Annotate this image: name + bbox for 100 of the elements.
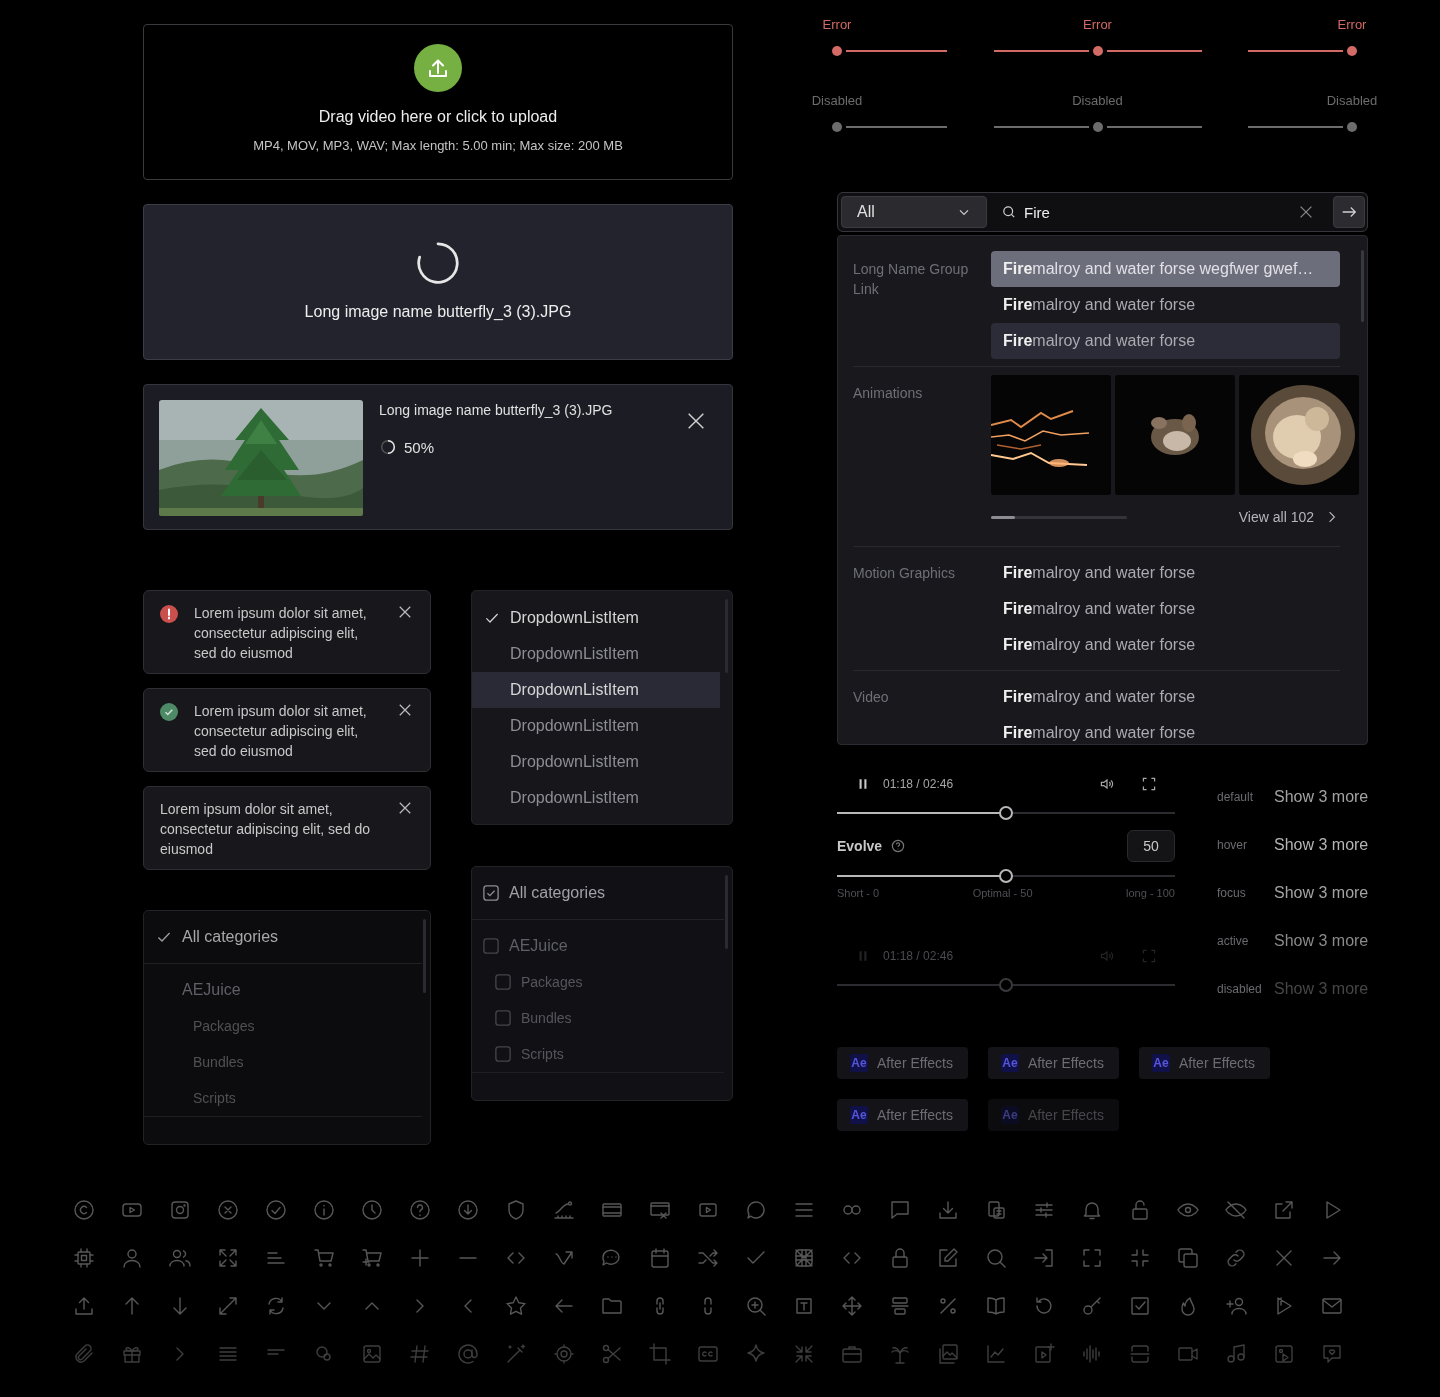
close-circle-icon[interactable] — [216, 1198, 240, 1222]
at-sign-icon[interactable] — [456, 1342, 480, 1366]
show-more-link[interactable]: Show 3 more — [1274, 836, 1369, 854]
checkbox-icon[interactable] — [1128, 1294, 1152, 1318]
chat-bubble-icon[interactable] — [744, 1198, 768, 1222]
user-icon[interactable] — [120, 1246, 144, 1270]
image-icon[interactable] — [360, 1342, 384, 1366]
check-circle-icon[interactable] — [264, 1198, 288, 1222]
slider-thumb[interactable] — [832, 46, 842, 56]
slider-thumb[interactable] — [1347, 122, 1357, 132]
book-icon[interactable] — [984, 1294, 1008, 1318]
app-badge: Ae — [850, 1054, 868, 1072]
checkbox-label: Scripts — [521, 1046, 564, 1062]
dropdown-item[interactable]: DropdownListItem — [472, 600, 720, 636]
calendar-icon[interactable] — [648, 1246, 672, 1270]
slider-thumb[interactable] — [999, 806, 1013, 820]
grid-pattern-icon[interactable] — [792, 1246, 816, 1270]
zoom-in-icon[interactable] — [744, 1294, 768, 1318]
state-label: focus — [1217, 886, 1247, 900]
curve-chart-icon[interactable] — [552, 1198, 576, 1222]
search-result[interactable]: Firemalroy and water forse wegfwer gwef… — [991, 251, 1340, 287]
dropdown-item[interactable]: DropdownListItem — [472, 636, 720, 672]
copyright-icon[interactable] — [72, 1198, 96, 1222]
music-icon[interactable] — [1224, 1342, 1248, 1366]
checkbox[interactable] — [495, 1046, 511, 1062]
tag-label: After Effects — [877, 1107, 953, 1123]
camera-icon[interactable] — [168, 1198, 192, 1222]
collapse-icon[interactable] — [1128, 1246, 1152, 1270]
line-chart-icon[interactable] — [984, 1342, 1008, 1366]
download-circle-icon[interactable] — [456, 1198, 480, 1222]
slider-thumb[interactable] — [1092, 46, 1103, 56]
plus-icon[interactable] — [408, 1246, 432, 1270]
move-icon[interactable] — [840, 1294, 864, 1318]
app-tag[interactable]: Ae After Effects — [837, 1099, 968, 1131]
volume-icon[interactable] — [1099, 776, 1115, 792]
search-result[interactable]: Firemalroy and water forse — [991, 679, 1340, 715]
search-result[interactable]: Firemalroy and water forse — [991, 627, 1340, 663]
app-tag[interactable]: Ae After Effects — [1139, 1047, 1270, 1079]
view-all-link[interactable]: View all 102 — [1238, 509, 1314, 525]
cart-icon[interactable] — [312, 1246, 336, 1270]
external-link-icon[interactable] — [1272, 1198, 1296, 1222]
close-icon[interactable] — [685, 410, 707, 432]
search-result[interactable]: Firemalroy and water forse — [991, 591, 1340, 627]
link-icon[interactable] — [1224, 1246, 1248, 1270]
align-center-icon[interactable] — [888, 1294, 912, 1318]
edit-icon[interactable] — [936, 1246, 960, 1270]
upload-icon[interactable] — [72, 1294, 96, 1318]
download-icon[interactable] — [936, 1198, 960, 1222]
slider-thumb[interactable] — [832, 122, 842, 132]
copy-icon[interactable] — [1176, 1246, 1200, 1270]
group-title: Motion Graphics — [853, 564, 956, 583]
expand-arrows-icon[interactable] — [216, 1246, 240, 1270]
value-field[interactable]: 50 — [1127, 830, 1175, 862]
dropdown-item[interactable]: DropdownListItem — [472, 780, 720, 816]
search-button[interactable] — [1333, 196, 1365, 228]
slider-thumb[interactable] — [1092, 122, 1103, 132]
scrollbar[interactable] — [1361, 250, 1364, 322]
scrollbar[interactable] — [423, 919, 426, 993]
checkbox[interactable] — [495, 1010, 511, 1026]
slider-thumb[interactable] — [1347, 46, 1357, 56]
checkbox[interactable] — [483, 938, 499, 954]
settings-icon[interactable] — [552, 1342, 576, 1366]
slider-thumb[interactable] — [999, 869, 1013, 883]
star-icon[interactable] — [504, 1294, 528, 1318]
upload-dropzone[interactable]: Drag video here or click to upload MP4, MOV, MP3, WAV; Max length: 5.00 min; Max size: 200 MB — [143, 24, 733, 180]
show-more-link[interactable]: Show 3 more — [1274, 788, 1369, 806]
chip-icon[interactable] — [72, 1246, 96, 1270]
dropdown-item[interactable]: DropdownListItem — [472, 708, 720, 744]
search-icon[interactable] — [984, 1246, 1008, 1270]
hash-icon[interactable] — [408, 1342, 432, 1366]
resize-icon[interactable] — [216, 1294, 240, 1318]
search-field[interactable]: Fire — [1024, 203, 1297, 221]
info-icon[interactable] — [312, 1198, 336, 1222]
dropdown-item[interactable]: DropdownListItem — [472, 672, 720, 708]
app-tag[interactable]: Ae After Effects — [837, 1047, 968, 1079]
crop-icon[interactable] — [648, 1342, 672, 1366]
scan-icon[interactable] — [1128, 1342, 1152, 1366]
cart-plus-icon[interactable] — [360, 1246, 384, 1270]
list-item[interactable]: All categories — [144, 911, 422, 964]
sign-in-icon[interactable] — [1032, 1246, 1056, 1270]
show-more-link[interactable]: Show 3 more — [1274, 884, 1369, 902]
clock-icon[interactable] — [360, 1198, 384, 1222]
help-icon[interactable] — [408, 1198, 432, 1222]
photo-play-icon[interactable] — [1272, 1342, 1296, 1366]
category-dropdown[interactable]: All — [841, 196, 987, 228]
checkbox[interactable] — [495, 974, 511, 990]
success-icon — [160, 703, 178, 721]
fullscreen-icon[interactable] — [1141, 776, 1157, 792]
search-result[interactable]: Firemalroy and water forse — [991, 715, 1340, 744]
search-icon — [1001, 204, 1017, 220]
search-result[interactable]: Firemalroy and water forse — [991, 323, 1340, 359]
app-tag[interactable]: Ae After Effects — [988, 1047, 1119, 1079]
checkbox[interactable] — [483, 885, 499, 901]
dropdown-item[interactable]: DropdownListItem — [472, 744, 720, 780]
show-more-link[interactable]: Show 3 more — [1274, 932, 1369, 950]
video-add-icon[interactable] — [1032, 1342, 1056, 1366]
search-result[interactable]: Firemalroy and water forse — [991, 555, 1340, 591]
help-icon[interactable] — [890, 838, 907, 854]
search-result[interactable]: Firemalroy and water forse — [991, 287, 1340, 323]
images-icon[interactable] — [936, 1342, 960, 1366]
